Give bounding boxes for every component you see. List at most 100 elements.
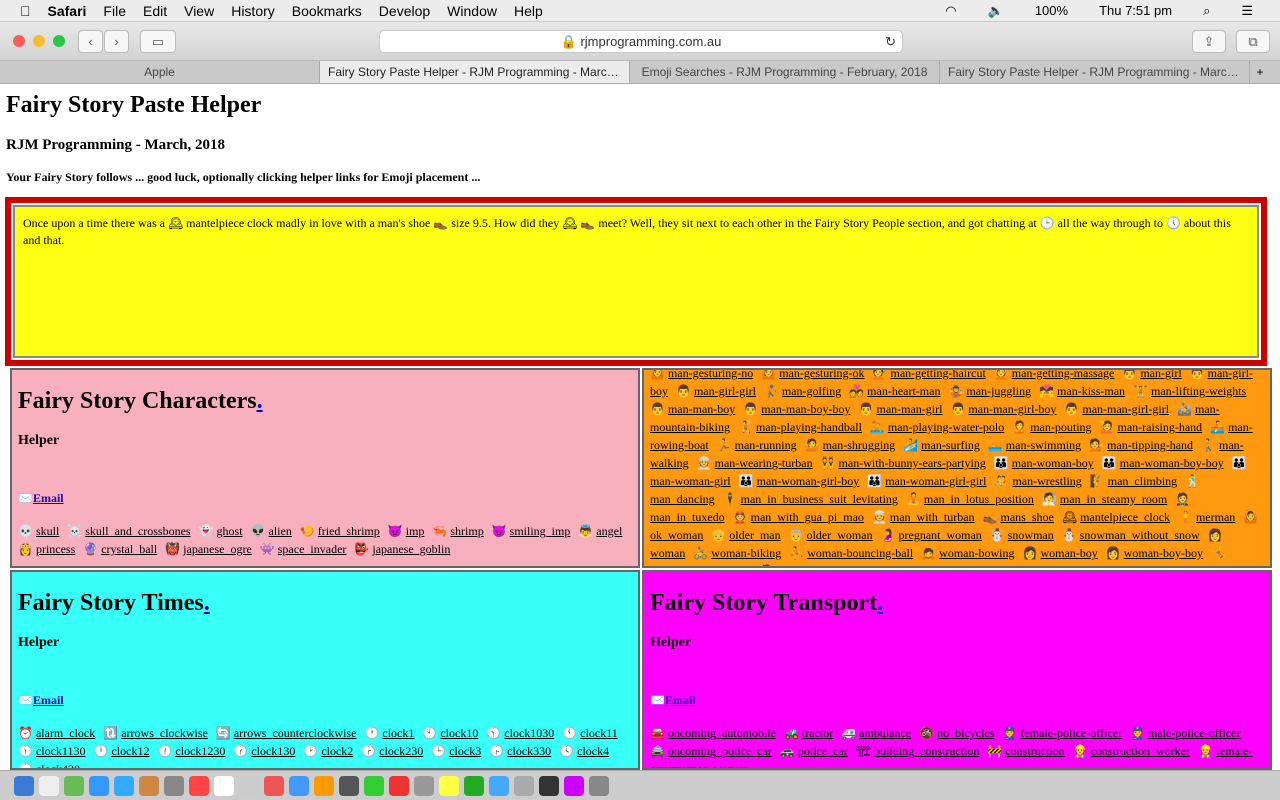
emoji-icon[interactable]: 🕐 [364,726,379,740]
emoji-icon[interactable]: 🔃 [103,726,118,740]
tab-emoji-searches[interactable]: Emoji Searches - RJM Programming - Febru… [630,61,940,83]
emoji-link[interactable]: man-swimming [1006,438,1081,452]
emoji-icon[interactable]: 👯 [821,456,836,470]
list-icon[interactable]: ☰ [1241,3,1253,19]
emoji-icon[interactable]: 🕑 [303,744,318,758]
emoji-icon[interactable]: 🙆 [650,370,665,380]
emoji-icon[interactable]: 👳 [697,456,712,470]
emoji-link[interactable]: clock4 [577,744,609,758]
emoji-icon[interactable]: 👴 [711,528,726,542]
emoji-icon[interactable]: 🏃 [717,438,732,452]
emoji-link[interactable]: clock1130 [36,744,86,758]
emoji-icon[interactable]: 💆 [994,370,1009,380]
emoji-link[interactable]: man-with-bunny-ears-partying [839,456,986,470]
emoji-icon[interactable]: 🧗 [1090,474,1105,488]
minimize-button[interactable] [33,35,45,47]
emoji-link[interactable]: man-gesturing-ok [779,370,864,380]
emoji-icon[interactable]: 🏗 [856,744,871,758]
emoji-link[interactable]: arrows_counterclockwise [234,726,357,740]
emoji-link[interactable]: snowman_without_snow [1080,528,1200,542]
emoji-icon[interactable]: 🤼 [995,474,1010,488]
battery-percent[interactable]: 100% [1035,3,1068,19]
emoji-icon[interactable]: ⏰ [18,726,33,740]
emoji-link[interactable]: clock430 [36,762,80,768]
emoji-icon[interactable]: 💇 [873,370,888,380]
search-icon[interactable]: ⌕ [1203,3,1210,19]
dock-app-icon[interactable] [264,775,284,796]
menu-safari[interactable]: Safari [48,3,87,19]
emoji-link[interactable]: man-man-girl-girl [1082,402,1169,416]
emoji-link[interactable]: man-shrugging [823,438,896,452]
emoji-link[interactable]: man-golfing [782,384,841,398]
emoji-icon[interactable]: 💑 [849,384,864,398]
emoji-icon[interactable]: 🏋 [1133,384,1148,398]
emoji-link[interactable]: man_in_lotus_position [924,492,1034,506]
emoji-link[interactable]: man-man-boy [668,402,735,416]
emoji-link[interactable]: woman-cartwheeling [650,564,751,566]
dock-app-icon[interactable] [514,775,534,796]
emoji-icon[interactable]: 👩 [1106,546,1121,560]
emoji-icon[interactable]: 👿 [388,524,403,538]
emoji-icon[interactable]: 👲 [733,510,748,524]
emoji-icon[interactable]: 🙆 [761,370,776,380]
emoji-link[interactable]: ok_woman [650,528,703,542]
emoji-icon[interactable]: 👨 [1190,370,1205,380]
emoji-link[interactable]: mans_shoe [1001,510,1054,524]
emoji-link[interactable]: man-wearing-turban [715,456,813,470]
emoji-link[interactable]: man-getting-massage [1012,370,1115,380]
emoji-icon[interactable]: 👺 [354,542,369,556]
dock-app-icon[interactable] [164,775,184,796]
emoji-icon[interactable]: 🚵 [1177,402,1192,416]
emoji-icon[interactable]: 🕛 [94,744,109,758]
emoji-link[interactable]: man_in_steamy_room [1060,492,1167,506]
emoji-link[interactable]: merman [1196,510,1235,524]
emoji-icon[interactable]: 👵 [789,528,804,542]
emoji-icon[interactable]: 🙎 [1012,420,1027,434]
emoji-link[interactable]: man-woman-girl [650,474,731,488]
emoji-icon[interactable]: 🚘 [650,726,665,740]
tab-fairy-story[interactable]: Fairy Story Paste Helper - RJM Programmi… [940,61,1250,83]
emoji-icon[interactable]: 👷 [1073,744,1088,758]
emoji-link[interactable]: man-woman-boy-boy [1120,456,1224,470]
emoji-icon[interactable]: 🚴 [693,546,708,560]
emoji-icon[interactable]: 🚑 [841,726,856,740]
emoji-link[interactable]: skull [36,524,59,538]
emoji-icon[interactable]: 🕚 [562,726,577,740]
dock-app-icon[interactable] [489,775,509,796]
emoji-link[interactable]: pregnant_woman [899,528,982,542]
menu-history[interactable]: History [231,3,275,19]
emoji-icon[interactable]: 👨 [859,402,874,416]
apple-menu-icon[interactable]:  [20,3,31,19]
menu-bookmarks[interactable]: Bookmarks [292,3,362,19]
menu-edit[interactable]: Edit [143,3,167,19]
emoji-icon[interactable]: 💀 [18,524,33,538]
emoji-icon[interactable]: 🚣 [1210,420,1225,434]
emoji-icon[interactable]: 🔄 [216,726,231,740]
emoji-icon[interactable]: 🤽 [870,420,885,434]
menu-view[interactable]: View [184,3,214,19]
emoji-link[interactable]: man_climbing [1108,474,1177,488]
emoji-link[interactable]: mantelpiece_clock [1080,510,1170,524]
emoji-icon[interactable]: 🙋 [1100,420,1115,434]
emoji-icon[interactable]: 🚧 [987,744,1002,758]
tabs-overview-button[interactable]: ⧉ [1236,30,1270,53]
emoji-link[interactable]: japanese_goblin [372,542,450,556]
emoji-link[interactable]: man-tipping-hand [1107,438,1193,452]
emoji-icon[interactable]: 🕙 [422,726,437,740]
emoji-icon[interactable]: 🤹 [948,384,963,398]
emoji-icon[interactable]: 👞 [983,510,998,524]
emoji-link[interactable]: man_dancing [650,492,715,506]
emoji-link[interactable]: man-raising-hand [1118,420,1203,434]
emoji-icon[interactable]: 🧜 [1178,510,1193,524]
emoji-link[interactable]: male-police-officer [1148,726,1240,740]
dock-app-icon[interactable] [139,775,159,796]
emoji-link[interactable]: older_man [729,528,780,542]
emoji-link[interactable]: man-juggling [966,384,1031,398]
emoji-icon[interactable]: 👮 [1002,726,1017,740]
dock-app-icon[interactable] [464,775,484,796]
dock-app-icon[interactable] [414,775,434,796]
emoji-icon[interactable]: 🚓 [780,744,795,758]
emoji-link[interactable]: man-man-girl [876,402,942,416]
emoji-link[interactable]: woman [650,546,685,560]
menu-help[interactable]: Help [514,3,543,19]
